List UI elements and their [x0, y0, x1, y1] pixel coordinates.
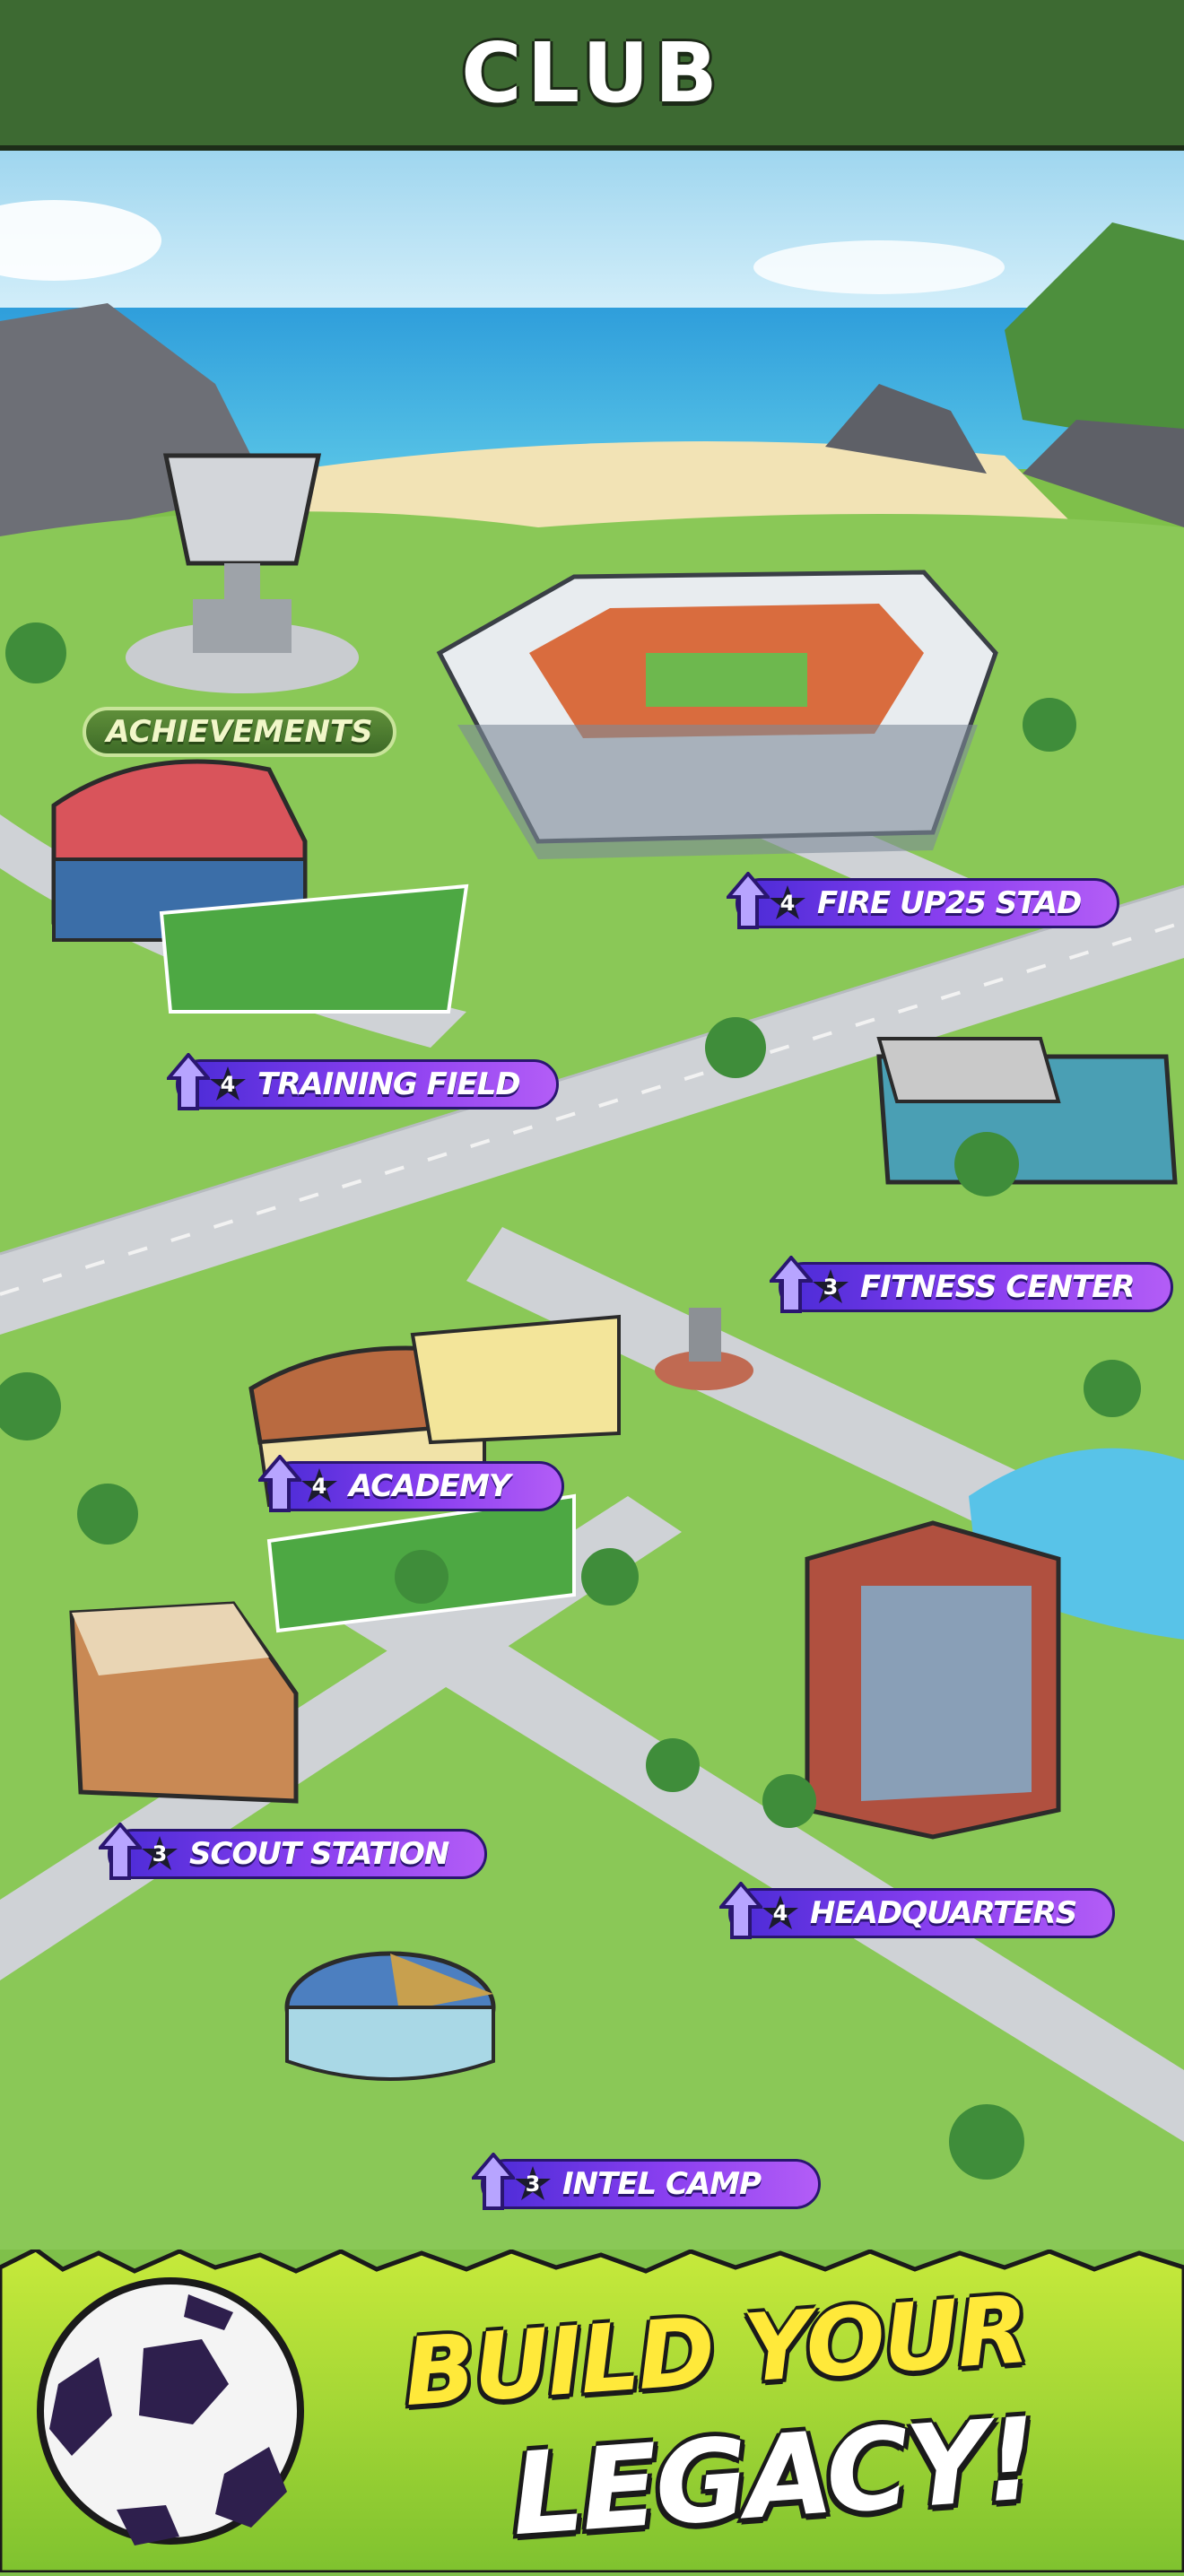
achievements-button[interactable]: ACHIEVEMENTS — [83, 707, 396, 757]
upgrade-arrow-icon — [472, 2153, 515, 2210]
soccer-ball-icon — [37, 2277, 304, 2546]
upgrade-arrow-icon — [727, 872, 770, 929]
building-label-scout-station[interactable]: SCOUT STATION 3 — [99, 1823, 488, 1880]
building-level: 4 — [220, 1072, 236, 1097]
level-star-icon: 3 — [811, 1267, 850, 1307]
upgrade-arrow-icon — [99, 1823, 142, 1880]
level-star-icon: 3 — [140, 1834, 179, 1874]
level-star-icon: 4 — [300, 1466, 339, 1506]
building-label-intel-camp[interactable]: INTEL CAMP 3 — [472, 2153, 822, 2210]
building-label-fitness-center[interactable]: FITNESS CENTER 3 — [770, 1256, 1173, 1313]
page-title: CLUB — [461, 24, 723, 121]
upgrade-arrow-icon — [258, 1455, 301, 1512]
fitness-center-building[interactable] — [876, 1037, 1178, 1185]
building-label-headquarters[interactable]: HEADQUARTERS 4 — [719, 1882, 1116, 1939]
building-label-academy[interactable]: ACADEMY 4 — [258, 1455, 565, 1512]
level-star-icon: 3 — [513, 2164, 553, 2204]
club-map: ACHIEVEMENTS FIRE UP25 STAD 4 TRAINING F… — [0, 151, 1184, 2250]
building-level: 4 — [772, 1901, 788, 1926]
building-level: 3 — [525, 2171, 541, 2197]
building-level: 3 — [152, 1841, 168, 1867]
stadium-building[interactable] — [436, 570, 998, 859]
intel-camp-building[interactable] — [284, 1951, 496, 2081]
building-label-stadium[interactable]: FIRE UP25 STAD 4 — [727, 872, 1120, 929]
upgrade-arrow-icon — [770, 1256, 813, 1313]
level-star-icon: 4 — [761, 1893, 800, 1933]
top-header: CLUB — [0, 0, 1184, 151]
level-star-icon: 4 — [208, 1065, 248, 1104]
building-level: 4 — [779, 891, 796, 916]
building-label-training-field[interactable]: TRAINING FIELD 4 — [167, 1053, 559, 1110]
building-level: 3 — [823, 1275, 839, 1300]
headquarters-building[interactable] — [805, 1520, 1061, 1840]
building-level: 4 — [311, 1474, 327, 1499]
upgrade-arrow-icon — [167, 1053, 210, 1110]
upgrade-arrow-icon — [719, 1882, 762, 1939]
level-star-icon: 4 — [768, 883, 807, 923]
